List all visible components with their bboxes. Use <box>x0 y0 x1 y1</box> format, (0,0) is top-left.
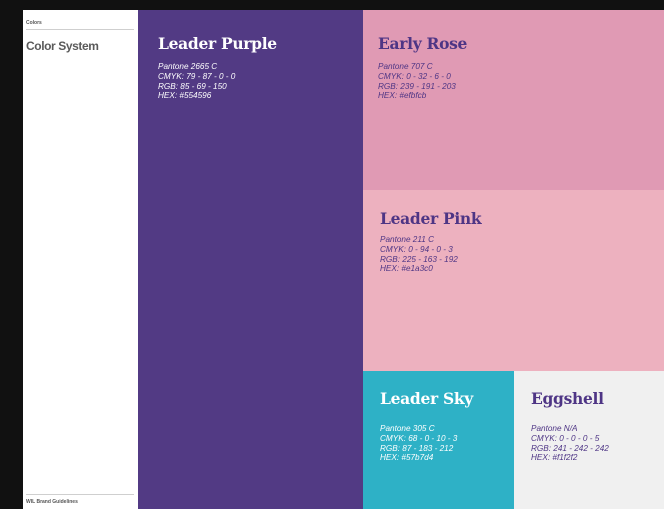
swatch-specs: Pantone 707 C CMYK: 0 - 32 - 6 - 0 RGB: … <box>378 62 664 101</box>
swatch-eggshell: Eggshell Pantone N/A CMYK: 0 - 0 - 0 - 5… <box>514 371 664 509</box>
hex-value: HEX: #f1f2f2 <box>531 453 578 463</box>
pantone-value: Pantone 211 C <box>380 235 435 244</box>
bottom-divider <box>26 494 134 495</box>
page-title: Color System <box>26 39 99 53</box>
swatch-name: Leader Pink <box>380 209 482 228</box>
swatch-specs: Pantone 2665 C CMYK: 79 - 87 - 0 - 0 RGB… <box>158 62 363 101</box>
rgb-value: RGB: 225 - 163 - 192 <box>380 254 458 264</box>
swatch-name: Leader Sky <box>380 389 474 408</box>
cmyk-value: CMYK: 0 - 94 - 0 - 3 <box>380 244 453 254</box>
cmyk-value: CMYK: 0 - 32 - 6 - 0 <box>378 71 451 81</box>
top-divider <box>26 29 134 30</box>
swatch-name: Eggshell <box>531 389 604 408</box>
cmyk-value: CMYK: 68 - 0 - 10 - 3 <box>380 433 458 443</box>
hex-value: HEX: #efbfcb <box>378 91 427 101</box>
cmyk-value: CMYK: 0 - 0 - 0 - 5 <box>531 433 600 443</box>
pantone-value: Pantone N/A <box>531 424 578 433</box>
pantone-value: Pantone 2665 C <box>158 62 218 71</box>
swatch-name: Early Rose <box>378 34 468 53</box>
rgb-value: RGB: 241 - 242 - 242 <box>531 443 609 453</box>
swatch-leader-sky: Leader Sky Pantone 305 C CMYK: 68 - 0 - … <box>363 371 514 509</box>
rgb-value: RGB: 239 - 191 - 203 <box>378 81 456 91</box>
swatch-leader-purple: Leader Purple Pantone 2665 C CMYK: 79 - … <box>138 10 363 509</box>
footer-label: WIL Brand Guidelines <box>26 499 78 505</box>
hex-value: HEX: #e1a3c0 <box>380 264 433 274</box>
swatch-name: Leader Purple <box>158 34 277 53</box>
section-label: Colors <box>26 20 42 26</box>
swatch-specs: Pantone N/A CMYK: 0 - 0 - 0 - 5 RGB: 241… <box>531 424 664 463</box>
swatch-specs: Pantone 211 C CMYK: 0 - 94 - 0 - 3 RGB: … <box>380 235 664 274</box>
swatch-specs: Pantone 305 C CMYK: 68 - 0 - 10 - 3 RGB:… <box>380 424 514 463</box>
pantone-value: Pantone 707 C <box>378 62 433 71</box>
hex-value: HEX: #57b7d4 <box>380 453 434 463</box>
sidebar: Colors Color System WIL Brand Guidelines <box>23 10 138 509</box>
cmyk-value: CMYK: 79 - 87 - 0 - 0 <box>158 71 236 81</box>
swatch-early-rose: Early Rose Pantone 707 C CMYK: 0 - 32 - … <box>363 10 664 190</box>
brand-guidelines-page: Colors Color System WIL Brand Guidelines… <box>23 10 664 509</box>
pantone-value: Pantone 305 C <box>380 424 435 433</box>
rgb-value: RGB: 85 - 69 - 150 <box>158 81 227 91</box>
swatch-leader-pink: Leader Pink Pantone 211 C CMYK: 0 - 94 -… <box>363 190 664 371</box>
hex-value: HEX: #554596 <box>158 91 212 101</box>
rgb-value: RGB: 87 - 183 - 212 <box>380 443 454 453</box>
